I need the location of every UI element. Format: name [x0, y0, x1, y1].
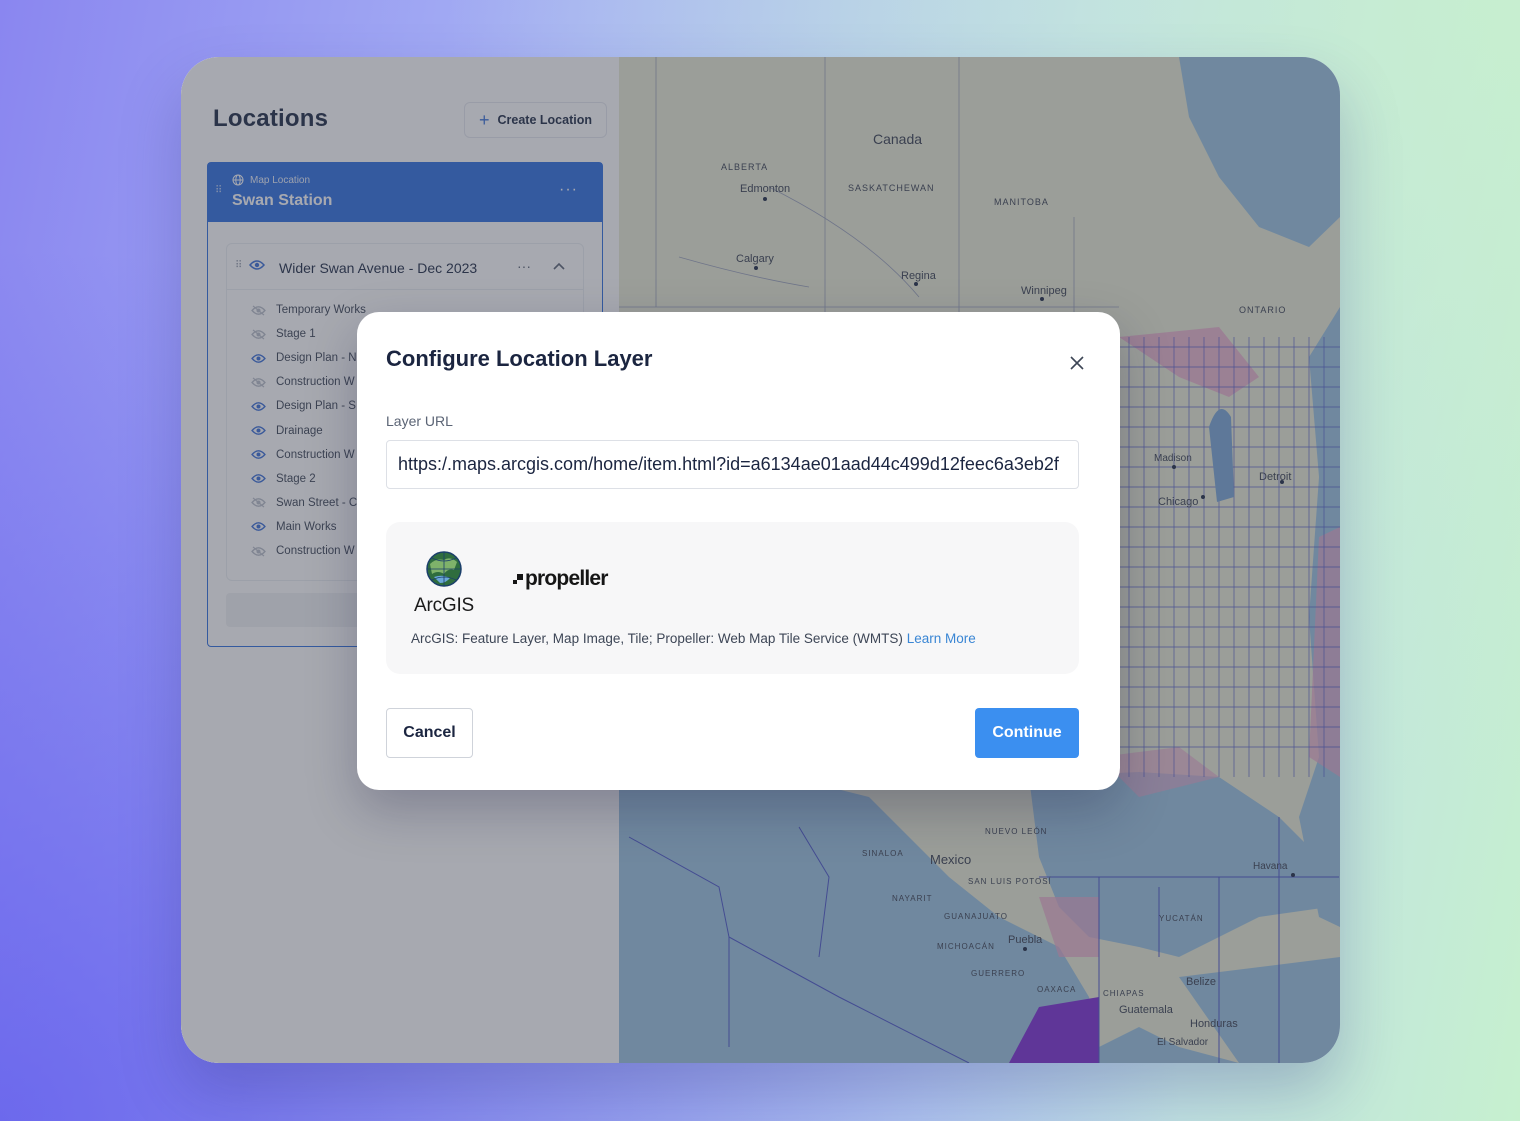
arcgis-wordmark: ArcGIS — [413, 595, 475, 616]
close-button[interactable] — [1066, 352, 1088, 374]
dialog-title: Configure Location Layer — [386, 346, 653, 371]
learn-more-link[interactable]: Learn More — [907, 631, 976, 646]
arcgis-logo: ArcGIS — [412, 550, 476, 617]
propeller-logo: propeller — [513, 567, 608, 591]
layer-url-value: https:/.maps.arcgis.com/home/item.html?i… — [398, 454, 1059, 474]
layer-url-label: Layer URL — [386, 413, 453, 429]
cancel-button[interactable]: Cancel — [386, 708, 473, 758]
close-icon — [1070, 356, 1084, 370]
propeller-mark-icon — [513, 574, 523, 584]
providers-description-text: ArcGIS: Feature Layer, Map Image, Tile; … — [411, 631, 903, 646]
arcgis-globe-icon — [426, 551, 462, 587]
layer-url-input[interactable]: https:/.maps.arcgis.com/home/item.html?i… — [386, 440, 1079, 489]
configure-layer-dialog: Configure Location Layer Layer URL https… — [357, 312, 1120, 790]
providers-description: ArcGIS: Feature Layer, Map Image, Tile; … — [411, 631, 976, 646]
supported-providers-box: ArcGIS propeller ArcGIS: Feature Layer, … — [386, 522, 1079, 674]
propeller-wordmark: propeller — [525, 567, 608, 590]
continue-button[interactable]: Continue — [975, 708, 1079, 758]
